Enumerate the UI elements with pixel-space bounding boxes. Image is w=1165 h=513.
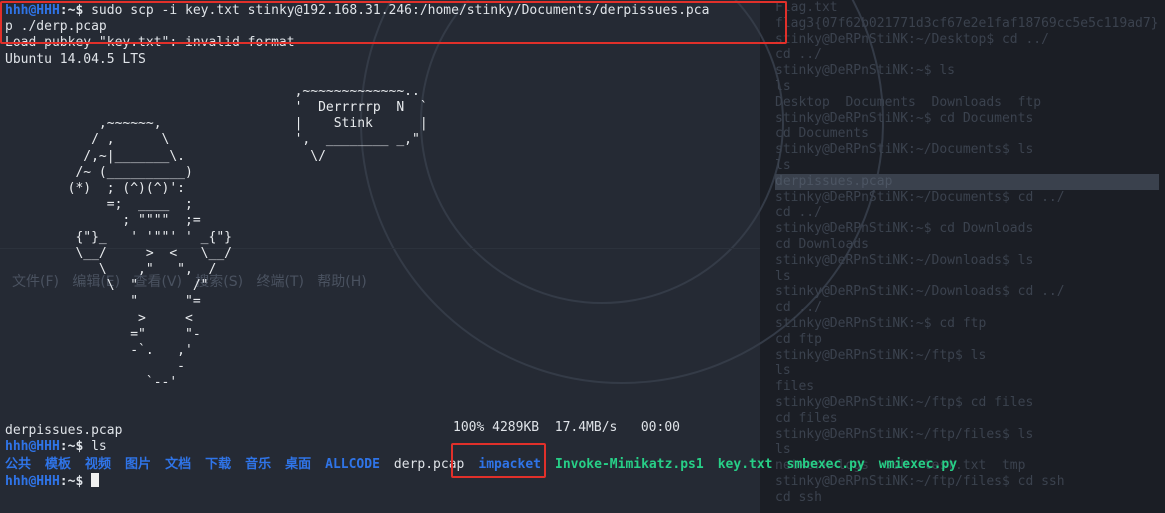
ls-entry-dir: 模板 (45, 457, 72, 473)
output-os: Ubuntu 14.04.5 LTS (5, 51, 146, 67)
prompt-path: :~$ (59, 474, 84, 490)
prompt-path: :~$ (59, 438, 84, 454)
text-cursor (91, 473, 100, 488)
ls-entry-dir: 下载 (205, 457, 232, 473)
ls-entry-exec: smbexec.py (786, 457, 865, 473)
ls-entry-dir: 桌面 (285, 457, 312, 473)
ascii-art-banner: ,~~~~~~~~~~~~~.. ' Derrrrrp N ` ,~~~~~~,… (67, 83, 428, 391)
ls-entry-dir: 图片 (125, 457, 152, 473)
ls-entry-exec: wmiexec.py (878, 457, 958, 473)
ls-entry-exec: Invoke-Mimikatz.ps1 (555, 457, 704, 473)
ls-entry-dir: 公共 (5, 457, 32, 473)
ls-entry-dir: 文档 (165, 457, 192, 473)
terminal-window[interactable]: hhh@HHH:~$ sudo scp -i key.txt stinky@19… (5, 3, 971, 490)
ls-command: ls (83, 438, 107, 454)
transfer-file: derpissues.pcap (5, 422, 123, 438)
ls-entry-dir: 视频 (85, 457, 112, 473)
highlight-box-command (0, 1, 787, 44)
prompt-user: hhh@HHH (5, 474, 60, 490)
transfer-stats: 100% 4289KB 17.4MB/s 00:00 (453, 420, 680, 435)
ls-entry-dir: ALLCODE (325, 457, 380, 473)
highlight-box-derp-pcap (451, 443, 546, 478)
ls-entry-dir: 音乐 (245, 457, 272, 473)
ls-entry-exec: key.txt (717, 457, 773, 473)
prompt-user: hhh@HHH (5, 438, 60, 454)
background-line: cd ssh (775, 489, 822, 505)
